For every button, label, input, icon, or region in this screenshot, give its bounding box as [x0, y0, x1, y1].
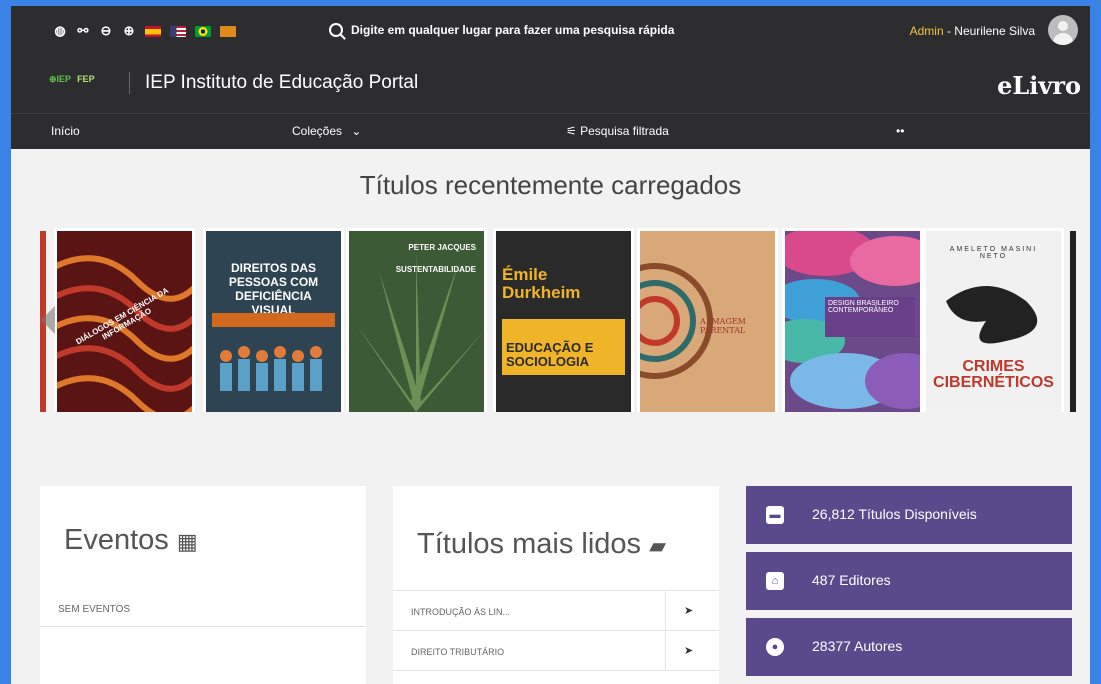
recent-titles-heading: Títulos recentemente carregados [359, 170, 742, 200]
book-title: A IMAGEM PARENTAL [700, 317, 746, 335]
top-tools: ◍ ⚯ ⊖ ⊕ [53, 24, 236, 38]
avatar[interactable] [1048, 15, 1078, 45]
book-art [220, 346, 322, 391]
divider [665, 591, 666, 631]
book-cover-partial[interactable] [1070, 231, 1076, 412]
list-item[interactable]: DIREITO TRIBUTÁRIO ➤ [393, 630, 719, 671]
most-read-panel: Títulos mais lidos ▰ INTRODUÇÃO ÀS LIN..… [393, 486, 719, 684]
zoom-out-icon[interactable]: ⊖ [99, 24, 113, 38]
elivro-logo[interactable]: eLivro [997, 71, 1081, 100]
more-icon[interactable]: •• [896, 124, 904, 138]
chevron-down-icon: ⌄ [351, 124, 362, 138]
divider [40, 626, 366, 627]
book-title: CRIMES CIBERNÉTICOS [933, 358, 1054, 391]
book-title: SUSTENTABILIDADE [395, 265, 476, 274]
book-title: DESIGN BRASILEIRO CONTEMPORÂNEO [825, 297, 915, 337]
link-icon[interactable]: ⚯ [76, 24, 90, 38]
top-bar: ◍ ⚯ ⊖ ⊕ Digite em qualquer lugar para fa… [11, 6, 1090, 61]
stat-titles[interactable]: ▬ 26,812 Títulos Disponíveis [746, 486, 1072, 544]
list-item-title[interactable]: DIREITO TRIBUTÁRIO [411, 647, 504, 657]
book-author: Émile Durkheim [502, 265, 581, 302]
stat-label: 28377 Autores [812, 638, 903, 654]
divider [665, 631, 666, 671]
book-cover[interactable]: A IMAGEM PARENTAL [640, 231, 775, 412]
book-cover[interactable]: AMELETO MASINI NETO CRIMES CIBERNÉTICOS [926, 231, 1061, 412]
nav-home[interactable]: Início [51, 124, 80, 138]
user-circle-icon: ● [766, 638, 784, 656]
zoom-in-icon[interactable]: ⊕ [122, 24, 136, 38]
nav-collections[interactable]: Coleções ⌄ [292, 124, 361, 138]
search-input[interactable]: Digite em qualquer lugar para fazer uma … [351, 23, 674, 37]
brand-bar: ⊕IEP FEP IEP Instituto de Educação Porta… [11, 61, 1090, 113]
spain-flag-icon[interactable] [145, 25, 161, 37]
list-item-title[interactable]: INTRODUÇÃO ÀS LIN... [411, 607, 510, 617]
book-cover[interactable]: DESIGN BRASILEIRO CONTEMPORÂNEO [785, 231, 920, 412]
book-art [354, 251, 484, 412]
quick-search[interactable]: Digite em qualquer lugar para fazer uma … [329, 23, 674, 37]
book-author: PETER JACQUES [408, 243, 476, 252]
user-name: - Neurilene Silva [943, 24, 1035, 38]
institution-logo[interactable]: ⊕IEP FEP [49, 74, 95, 85]
portal-title[interactable]: IEP Instituto de Educação Portal [145, 72, 418, 94]
user-menu[interactable]: Admin - Neurilene Silva [910, 24, 1035, 38]
book-cover[interactable]: Émile Durkheim EDUCAÇÃO E SOCIOLOGIA [496, 231, 631, 412]
book-icon: ▰ [649, 533, 666, 558]
book-cover[interactable]: PETER JACQUES SUSTENTABILIDADE [349, 231, 484, 412]
book-title: EDUCAÇÃO E SOCIOLOGIA [506, 340, 594, 369]
usa-flag-icon[interactable] [170, 25, 186, 37]
most-read-heading: Títulos mais lidos ▰ [417, 528, 666, 561]
list-item[interactable] [393, 670, 719, 684]
events-title: Eventos [64, 524, 169, 556]
flag-orange-icon[interactable] [220, 25, 236, 37]
recent-books-carousel: DIÁLOGOS EM CIÊNCIA DA INFORMAÇÃO DIREIT… [40, 228, 1080, 412]
list-item[interactable]: INTRODUÇÃO ÀS LIN... ➤ [393, 590, 719, 631]
search-icon[interactable] [329, 23, 343, 37]
nav-filtered-search[interactable]: ⚟ Pesquisa filtrada [566, 124, 669, 138]
navigate-icon[interactable]: ➤ [684, 644, 693, 657]
carousel-prev-button[interactable] [41, 306, 55, 334]
book-cover[interactable]: DIREITOS DAS PESSOAS COM DEFICIÊNCIA VIS… [206, 231, 341, 412]
brand-divider [129, 72, 130, 94]
stat-publishers[interactable]: ⌂ 487 Editores [746, 552, 1072, 610]
no-events-label: SEM EVENTOS [58, 604, 131, 615]
app-frame: ◍ ⚯ ⊖ ⊕ Digite em qualquer lugar para fa… [11, 6, 1090, 684]
nav-collections-label: Coleções [292, 124, 343, 138]
logo-iep: ⊕IEP [49, 74, 72, 84]
calendar-icon: ▦ [176, 529, 198, 554]
book-cover[interactable]: DIÁLOGOS EM CIÊNCIA DA INFORMAÇÃO [57, 231, 192, 412]
events-panel: Eventos ▦ SEM EVENTOS [40, 486, 366, 684]
stat-label: 487 Editores [812, 572, 891, 588]
book-icon: ▬ [766, 506, 784, 524]
logo-fep: FEP [77, 74, 95, 84]
most-read-title: Títulos mais lidos [417, 528, 642, 560]
main-nav: Início Coleções ⌄ ⚟ Pesquisa filtrada •• [11, 113, 1090, 149]
globe-icon[interactable]: ◍ [53, 24, 67, 38]
brazil-flag-icon[interactable] [195, 25, 211, 37]
stat-label: 26,812 Títulos Disponíveis [812, 506, 977, 522]
stat-authors[interactable]: ● 28377 Autores [746, 618, 1072, 676]
navigate-icon[interactable]: ➤ [684, 604, 693, 617]
user-role: Admin [909, 24, 944, 38]
bank-icon: ⌂ [766, 572, 784, 590]
events-heading: Eventos ▦ [64, 524, 198, 557]
